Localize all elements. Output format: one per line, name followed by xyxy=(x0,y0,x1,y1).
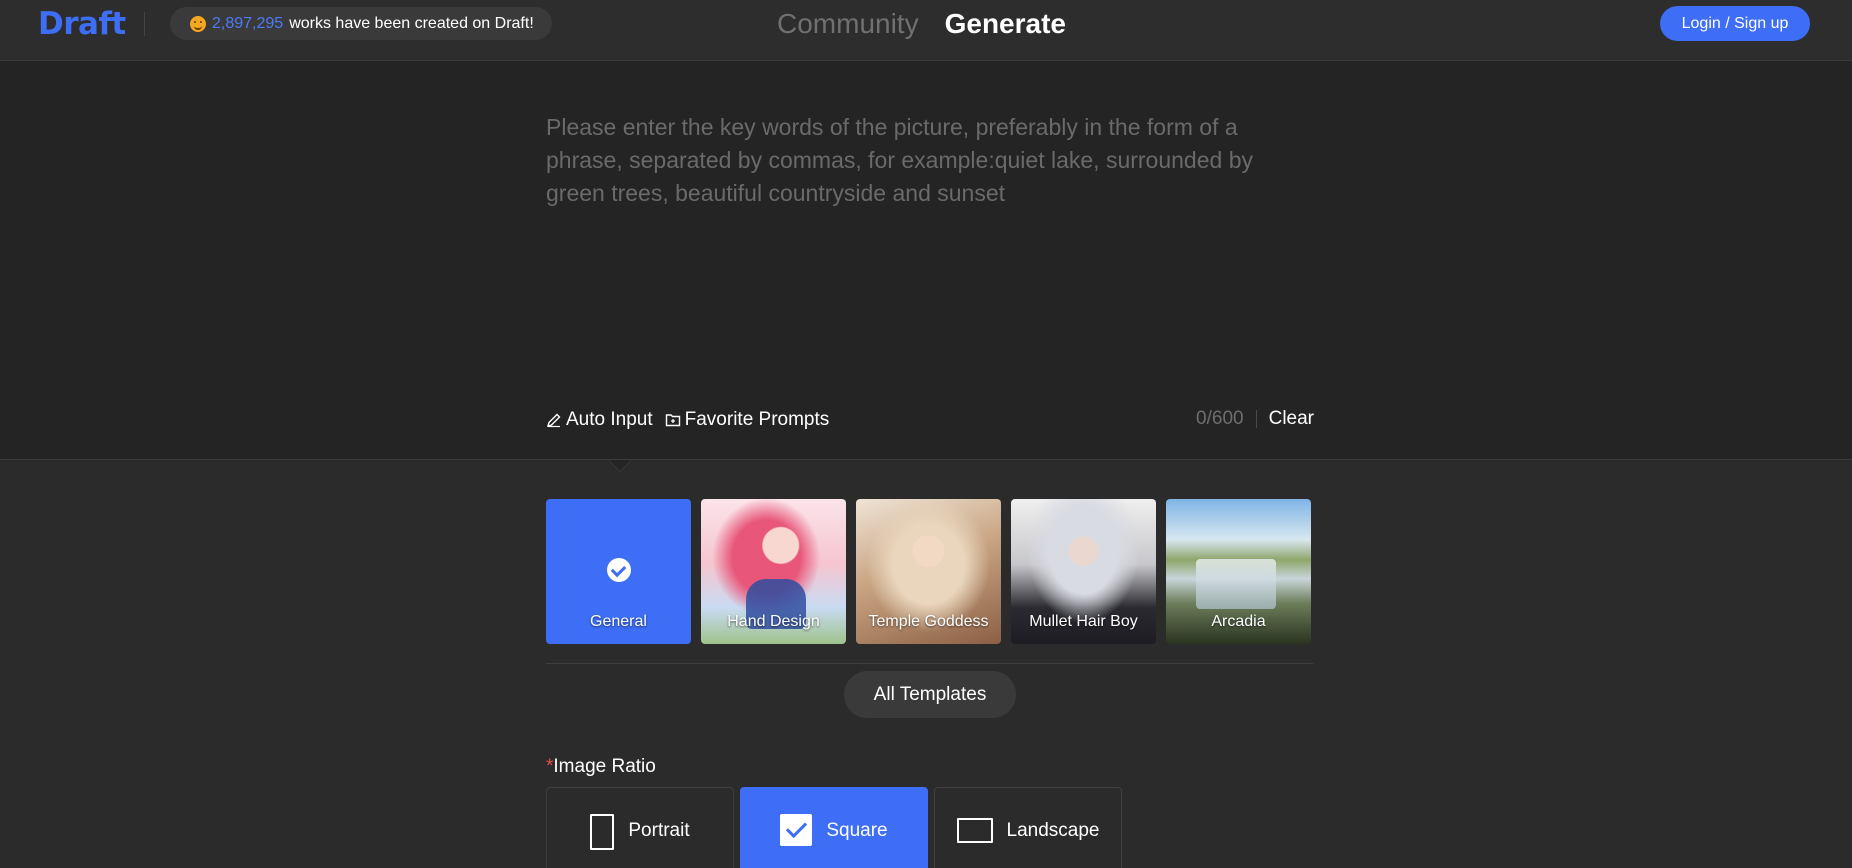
image-ratio-label: Image Ratio xyxy=(553,756,656,777)
panel-pointer xyxy=(609,460,631,471)
main-tabs: Community Generate xyxy=(777,0,1066,48)
prompt-meta: 0/600 Clear xyxy=(1196,408,1314,430)
templates-divider xyxy=(546,663,1313,664)
checked-square-icon xyxy=(780,814,813,846)
works-count-text: works have been created on Draft! xyxy=(289,14,534,32)
template-label: Hand Design xyxy=(727,613,820,630)
prompt-input[interactable] xyxy=(546,111,1316,351)
works-counter-banner: 2,897,295 works have been created on Dra… xyxy=(170,7,552,40)
top-header: Draft 2,897,295 works have been created … xyxy=(0,0,1852,61)
pen-icon xyxy=(546,413,561,428)
template-label: General xyxy=(590,613,647,630)
auto-input-button[interactable]: Auto Input xyxy=(546,409,653,431)
template-label: Temple Goddess xyxy=(868,613,989,630)
portrait-icon xyxy=(590,814,615,850)
template-arcadia[interactable]: Arcadia xyxy=(1166,499,1311,644)
prompt-panel: Auto Input Favorite Prompts 0/600 Clear xyxy=(0,61,1852,460)
template-hand-design[interactable]: Hand Design xyxy=(701,499,846,644)
image-ratio-heading: *Image Ratio xyxy=(546,756,656,778)
header-divider xyxy=(144,12,145,36)
tab-generate[interactable]: Generate xyxy=(945,8,1066,40)
ratio-square-label: Square xyxy=(826,820,888,841)
tab-community[interactable]: Community xyxy=(777,8,919,40)
ratio-options: Portrait Square Landscape xyxy=(546,787,1122,868)
ratio-square-option[interactable]: Square xyxy=(740,787,928,868)
template-label: Arcadia xyxy=(1211,613,1266,630)
auto-input-label: Auto Input xyxy=(566,409,653,430)
works-count: 2,897,295 xyxy=(212,14,284,32)
template-temple-goddess[interactable]: Temple Goddess xyxy=(856,499,1001,644)
clear-button[interactable]: Clear xyxy=(1269,408,1314,430)
all-templates-button[interactable]: All Templates xyxy=(844,671,1016,718)
template-general[interactable]: General xyxy=(546,499,691,644)
template-label: Mullet Hair Boy xyxy=(1029,613,1138,630)
draft-logo[interactable]: Draft xyxy=(38,4,126,44)
prompt-tools: Auto Input Favorite Prompts xyxy=(546,409,829,431)
favorite-prompts-button[interactable]: Favorite Prompts xyxy=(665,409,830,431)
check-circle-icon xyxy=(607,558,631,582)
template-mullet-hair-boy[interactable]: Mullet Hair Boy xyxy=(1011,499,1156,644)
favorite-prompts-label: Favorite Prompts xyxy=(684,409,830,430)
ratio-portrait-label: Portrait xyxy=(628,820,690,841)
ratio-landscape-label: Landscape xyxy=(1006,820,1100,841)
char-count: 0/600 xyxy=(1196,408,1244,429)
landscape-icon xyxy=(956,818,993,843)
template-list: General Hand Design Temple Goddess Mulle… xyxy=(546,499,1311,644)
meta-divider xyxy=(1255,410,1257,428)
smile-icon xyxy=(190,15,206,32)
folder-icon xyxy=(665,414,680,427)
ratio-portrait-option[interactable]: Portrait xyxy=(546,787,734,868)
login-signup-button[interactable]: Login / Sign up xyxy=(1660,6,1810,41)
ratio-landscape-option[interactable]: Landscape xyxy=(934,787,1122,868)
